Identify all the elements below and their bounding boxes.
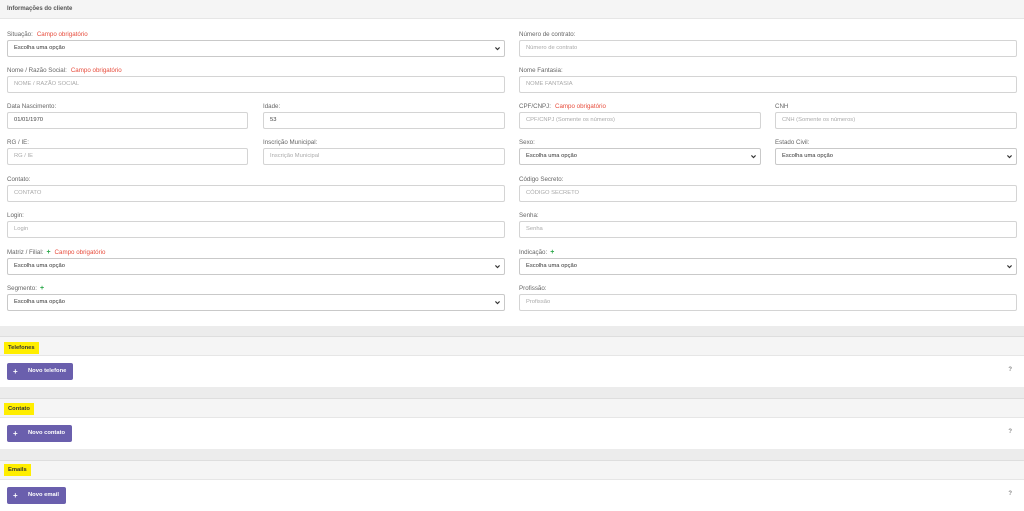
inscricao-municipal-field: Inscrição Municipal: Inscrição Municipal [263,139,505,166]
rg-input[interactable]: RG / IE [7,148,248,165]
senha-field: Senha: Senha [519,212,1017,239]
indicacao-select[interactable]: Escolha uma opção [519,258,1017,275]
inscricao-municipal-label: Inscrição Municipal: [263,139,318,146]
client-info-header: Informações do cliente [0,0,1024,19]
chevron-down-icon [751,155,756,159]
profissao-label: Profissão: [519,285,547,292]
cpf-label: CPF/CNPJ: [519,103,551,110]
nome-label: Nome / Razão Social: [7,67,67,74]
situacao-label: Situação: [7,31,33,38]
contato-title: Contato [4,403,34,415]
login-label: Login: [7,212,24,219]
data-nascimento-input[interactable]: 01/01/1970 [7,112,248,129]
contato-input[interactable]: CONTATO [7,185,505,202]
emails-header [0,460,1024,480]
new-email-button[interactable]: + Novo email [7,487,66,504]
segmento-label: Segmento: [7,285,37,292]
idade-field: Idade: 53 [263,103,505,130]
help-icon[interactable]: ? [1008,367,1012,373]
codigo-secreto-input[interactable]: CÓDIGO SECRETO [519,185,1017,202]
codigo-secreto-label: Código Secreto: [519,176,564,183]
matriz-field: Matriz / Filial: + Campo obrigatório Escol… [7,249,505,276]
numero-contrato-field: Número de contrato: Número de contrato [519,31,1017,58]
contato-panel [0,418,1024,449]
senha-input[interactable]: Senha [519,221,1017,238]
matriz-select[interactable]: Escolha uma opção [7,258,505,275]
indicacao-label: Indicação: [519,249,548,256]
contato-label: Contato: [7,176,31,183]
cpf-input[interactable]: CPF/CNPJ (Somente os números) [519,112,761,129]
senha-label: Senha: [519,212,539,219]
required-indicator: Campo obrigatório [554,103,606,110]
emails-title: Emails [4,464,31,476]
indicacao-field: Indicação: + Escolha uma opção [519,249,1017,276]
inscricao-municipal-input[interactable]: Inscrição Municipal [263,148,505,165]
plus-icon: + [13,491,18,500]
chevron-down-icon [495,265,500,269]
chevron-down-icon [1007,265,1012,269]
plus-icon: + [13,429,18,438]
cnh-label: CNH [775,103,789,110]
new-phone-button[interactable]: + Novo telefone [7,363,74,380]
contato-field: Contato: CONTATO [7,176,505,203]
chevron-down-icon [495,301,500,305]
required-indicator: Campo obrigatório [70,67,122,74]
login-input[interactable]: Login [7,221,505,238]
login-field: Login: Login [7,212,505,239]
client-info-panel: Informações do cliente Situação: Campo ob… [0,0,1024,326]
nome-input[interactable]: NOME / RAZÃO SOCIAL [7,76,505,93]
rg-field: RG / IE: RG / IE [7,139,248,166]
estado-civil-select[interactable]: Escolha uma opção [775,148,1017,165]
nome-fantasia-field: Nome Fantasia: NOME FANTASIA [519,67,1017,94]
nome-field: Nome / Razão Social: Campo obrigatório NO… [7,67,505,94]
rg-label: RG / IE: [7,139,30,146]
profissao-field: Profissão: Profissão [519,285,1017,312]
plus-icon: + [13,367,18,376]
required-indicator: Campo obrigatório [54,249,106,256]
sexo-field: Sexo: Escolha uma opção [519,139,761,166]
add-segmento-plus-icon[interactable]: + [40,285,44,292]
help-icon[interactable]: ? [1008,491,1012,497]
codigo-secreto-field: Código Secreto: CÓDIGO SECRETO [519,176,1017,203]
chevron-down-icon [495,47,500,51]
estado-civil-field: Estado Civil: Escolha uma opção [775,139,1017,166]
situacao-field: Situação: Campo obrigatório Escolha uma o… [7,31,505,58]
contato-header [0,398,1024,418]
cnh-input[interactable]: CNH (Somente os números) [775,112,1017,129]
nome-fantasia-label: Nome Fantasia: [519,67,563,74]
numero-contrato-label: Número de contrato: [519,31,576,38]
idade-label: Idade: [263,103,281,110]
profissao-input[interactable]: Profissão [519,294,1017,311]
idade-input[interactable]: 53 [263,112,505,129]
segmento-field: Segmento: + Escolha uma opção [7,285,505,312]
required-indicator: Campo obrigatório [36,31,88,38]
estado-civil-label: Estado Civil: [775,139,810,146]
sexo-label: Sexo: [519,139,535,146]
cpf-field: CPF/CNPJ: Campo obrigatório CPF/CNPJ (Som… [519,103,761,130]
segmento-select[interactable]: Escolha uma opção [7,294,505,311]
situacao-select[interactable]: Escolha uma opção [7,40,505,57]
numero-contrato-input[interactable]: Número de contrato [519,40,1017,57]
sexo-select[interactable]: Escolha uma opção [519,148,761,165]
new-contact-button[interactable]: + Novo contato [7,425,73,442]
help-icon[interactable]: ? [1008,429,1012,435]
telefones-title: Telefones [4,342,39,354]
matriz-label: Matriz / Filial: [7,249,44,256]
emails-panel [0,480,1024,511]
client-info-title: Informações do cliente [7,6,73,12]
data-nascimento-field: Data Nascimento: 01/01/1970 [7,103,248,130]
add-indicacao-plus-icon[interactable]: + [550,249,554,256]
chevron-down-icon [1007,155,1012,159]
telefones-panel [0,356,1024,387]
telefones-header [0,336,1024,356]
cnh-field: CNH CNH (Somente os números) [775,103,1017,130]
nome-fantasia-input[interactable]: NOME FANTASIA [519,76,1017,93]
data-nascimento-label: Data Nascimento: [7,103,57,110]
add-matriz-plus-icon[interactable]: + [46,249,50,256]
